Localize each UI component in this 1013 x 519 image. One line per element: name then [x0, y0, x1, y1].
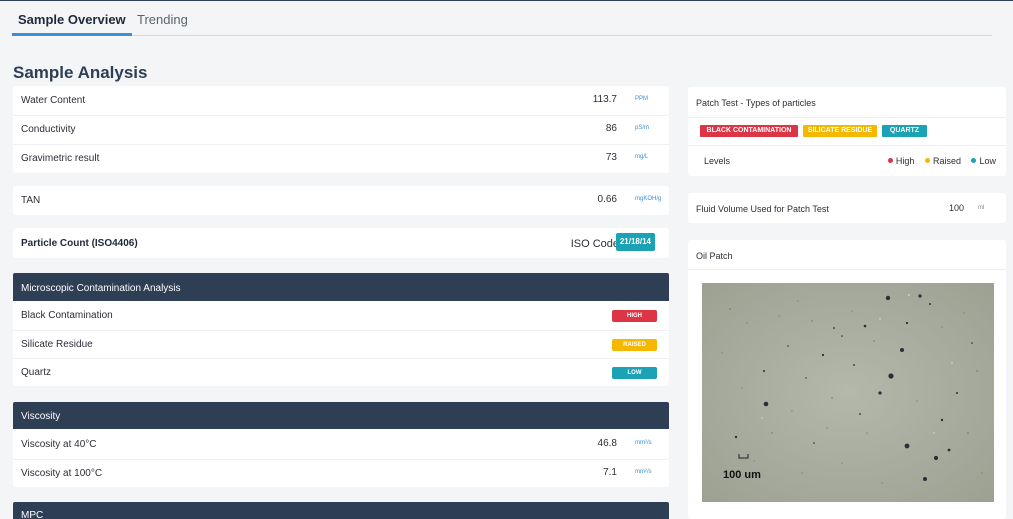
- tan-unit: mgKOH/g: [635, 196, 662, 202]
- particle-count-label: Particle Count (ISO4406): [21, 238, 138, 249]
- divider: [688, 269, 1006, 270]
- measurement-value: 73: [605, 152, 617, 163]
- microscopic-card: Microscopic Contamination Analysis Black…: [13, 273, 669, 386]
- patch-test-title: Patch Test - Types of particles: [696, 98, 816, 108]
- high-dot-icon: [887, 158, 893, 163]
- legend-item-low: Low: [971, 156, 996, 166]
- contamination-label: Silicate Residue: [21, 339, 93, 350]
- measurement-row-water-content: Water Content 113.7 PPM: [13, 86, 669, 115]
- measurement-value: 113.7: [592, 94, 617, 105]
- contamination-row: Quartz LOW: [13, 358, 669, 387]
- viscosity-row: Viscosity at 40°C 46.8 mm²/s: [13, 430, 669, 459]
- contamination-label: Black Contamination: [21, 310, 113, 321]
- measurement-value: 86: [605, 123, 617, 134]
- measurements-card: Water Content 113.7 PPM Conductivity 86 …: [13, 86, 669, 173]
- oil-patch-title: Oil Patch: [696, 251, 733, 261]
- tab-bar: Sample Overview Trending: [12, 0, 992, 36]
- legend-item-high: High: [887, 156, 915, 166]
- measurement-row-gravimetric: Gravimetric result 73 mg/L: [13, 144, 669, 173]
- measurement-row-conductivity: Conductivity 86 pS/m: [13, 115, 669, 144]
- measurement-unit: PPM: [635, 96, 649, 102]
- viscosity-label: Viscosity at 100°C: [21, 468, 103, 479]
- legend-label: Low: [979, 156, 996, 166]
- measurement-unit: mg/L: [635, 154, 649, 160]
- measurement-label: Water Content: [21, 95, 86, 106]
- legend-item-raised: Raised: [924, 156, 961, 166]
- particle-count-card: Particle Count (ISO4406) ISO Code 21/18/…: [13, 228, 669, 258]
- contamination-row: Black Contamination HIGH: [13, 301, 669, 330]
- viscosity-header: Viscosity: [13, 402, 669, 429]
- contamination-row: Silicate Residue RAISED: [13, 330, 669, 359]
- page-title: Sample Analysis: [13, 63, 148, 82]
- mpc-title: MPC: [21, 510, 44, 519]
- particle-tag-black-contamination: BLACK CONTAMINATION: [700, 125, 798, 137]
- viscosity-label: Viscosity at 40°C: [21, 439, 97, 450]
- fluid-volume-value: 100: [948, 203, 964, 213]
- microscopic-header: Microscopic Contamination Analysis: [13, 273, 669, 301]
- oil-patch-image: 100 um: [702, 283, 994, 502]
- contamination-label: Quartz: [21, 367, 52, 378]
- raised-dot-icon: [924, 158, 930, 163]
- level-badge-high: HIGH: [612, 310, 657, 322]
- fluid-volume-unit: ml: [978, 205, 985, 211]
- particle-tag-silicate-residue: SILICATE RESIDUE: [803, 125, 877, 137]
- particle-tag-quartz: QUARTZ: [882, 125, 927, 137]
- scale-bar-label: 100 um: [723, 469, 761, 481]
- level-badge-low: LOW: [612, 367, 657, 379]
- viscosity-title: Viscosity: [21, 411, 61, 422]
- tan-label: TAN: [21, 195, 41, 206]
- mpc-header: MPC: [13, 502, 669, 519]
- low-dot-icon: [971, 158, 977, 163]
- measurement-label: Conductivity: [21, 124, 76, 135]
- patch-test-card: Patch Test - Types of particles BLACK CO…: [688, 87, 1006, 176]
- viscosity-row: Viscosity at 100°C 7.1 mm²/s: [13, 459, 669, 488]
- microscopic-title: Microscopic Contamination Analysis: [21, 283, 181, 294]
- viscosity-value: 46.8: [597, 438, 617, 449]
- measurement-unit: pS/m: [635, 125, 650, 131]
- viscosity-card: Viscosity Viscosity at 40°C 46.8 mm²/s V…: [13, 402, 669, 487]
- oil-patch-card: Oil Patch 100 um: [688, 240, 1006, 519]
- particle-type-tags: BLACK CONTAMINATION SILICATE RESIDUE QUA…: [700, 125, 1000, 137]
- tan-row: TAN 0.66 mgKOH/g: [13, 186, 669, 215]
- fluid-volume-card: Fluid Volume Used for Patch Test 100 ml: [688, 193, 1006, 223]
- divider: [688, 145, 1006, 146]
- tab-trending[interactable]: Trending: [137, 12, 188, 27]
- viscosity-value: 7.1: [603, 467, 617, 478]
- levels-legend: High Raised Low: [887, 156, 996, 166]
- measurement-label: Gravimetric result: [21, 153, 100, 164]
- iso-code-badge: 21/18/14: [615, 233, 655, 251]
- viscosity-unit: mm²/s: [635, 440, 652, 446]
- tan-value: 0.66: [597, 194, 617, 205]
- tan-card: TAN 0.66 mgKOH/g: [13, 186, 669, 215]
- levels-label: Levels: [704, 156, 731, 166]
- fluid-volume-label: Fluid Volume Used for Patch Test: [696, 204, 829, 214]
- iso-code-label: ISO Code: [570, 238, 619, 250]
- legend-label: High: [895, 156, 915, 166]
- divider: [688, 117, 1006, 118]
- level-badge-raised: RAISED: [612, 339, 657, 351]
- tab-sample-overview[interactable]: Sample Overview: [12, 12, 132, 36]
- legend-label: Raised: [932, 156, 961, 166]
- viscosity-unit: mm²/s: [635, 469, 652, 475]
